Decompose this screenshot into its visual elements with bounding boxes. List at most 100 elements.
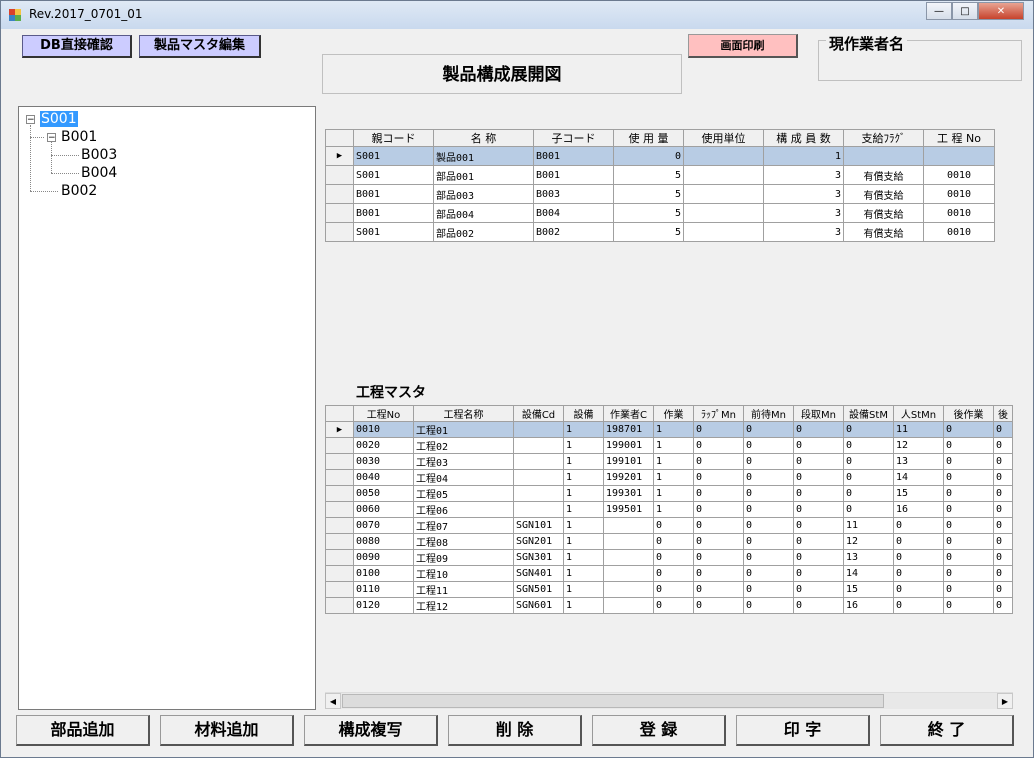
table-cell[interactable]: SGN201 (513, 533, 564, 550)
table-cell[interactable]: 0 (693, 453, 744, 470)
table-cell[interactable]: 0050 (353, 485, 414, 502)
table-cell[interactable]: 0 (793, 517, 844, 534)
table-cell[interactable]: 0 (793, 533, 844, 550)
table-cell[interactable]: 0 (993, 437, 1013, 454)
table-cell[interactable]: 5 (613, 184, 684, 204)
table-cell[interactable]: 工程04 (413, 469, 514, 486)
table-cell[interactable]: B002 (533, 222, 614, 242)
table-cell[interactable]: 有償支給 (843, 222, 924, 242)
table-cell[interactable]: 0 (653, 533, 694, 550)
table-cell[interactable] (603, 597, 654, 614)
table-cell[interactable]: 16 (893, 501, 944, 518)
table-cell[interactable]: 0 (743, 453, 794, 470)
process-column-header[interactable]: 段取Mn (793, 405, 844, 422)
table-cell[interactable]: 部品001 (433, 165, 534, 185)
table-cell[interactable]: 0 (843, 501, 894, 518)
row-header[interactable] (325, 549, 354, 566)
copy-structure-button[interactable]: 構成複写 (304, 715, 438, 746)
maximize-button[interactable]: □ (952, 2, 978, 20)
table-cell[interactable]: 3 (763, 203, 844, 223)
table-cell[interactable]: 5 (613, 222, 684, 242)
table-cell[interactable]: 15 (893, 485, 944, 502)
table-cell[interactable]: 工程03 (413, 453, 514, 470)
product-master-button[interactable]: 製品マスタ編集 (139, 35, 261, 58)
table-cell[interactable]: 0 (993, 597, 1013, 614)
tree-node-s001[interactable]: S001 (40, 111, 78, 127)
table-cell[interactable]: 0 (653, 517, 694, 534)
table-cell[interactable]: 11 (893, 421, 944, 438)
process-column-header[interactable]: 工程名称 (413, 405, 514, 422)
table-row[interactable]: S001 部品002 B002 5 3 有償支給 0010 (325, 222, 995, 242)
table-cell[interactable]: 1 (563, 421, 604, 438)
table-cell[interactable]: 0 (943, 501, 994, 518)
row-header[interactable] (325, 184, 354, 204)
table-cell[interactable]: 0090 (353, 549, 414, 566)
table-cell[interactable]: 0010 (923, 184, 995, 204)
process-column-header[interactable]: 人StMn (893, 405, 944, 422)
table-cell[interactable]: 0 (943, 549, 994, 566)
table-cell[interactable]: 1 (563, 581, 604, 598)
table-cell[interactable]: 0 (943, 581, 994, 598)
table-cell[interactable]: 0 (743, 437, 794, 454)
bom-column-header[interactable]: 工 程 No (923, 129, 995, 147)
process-column-header[interactable]: 前待Mn (743, 405, 794, 422)
table-cell[interactable]: 1 (563, 533, 604, 550)
row-header[interactable] (325, 501, 354, 518)
tree-node-b003[interactable]: B003 (81, 147, 117, 163)
table-cell[interactable]: 13 (893, 453, 944, 470)
table-cell[interactable] (513, 453, 564, 470)
table-cell[interactable]: 0 (943, 485, 994, 502)
scroll-thumb[interactable] (342, 694, 884, 708)
table-cell[interactable]: 工程07 (413, 517, 514, 534)
table-cell[interactable]: 3 (763, 184, 844, 204)
table-cell[interactable]: 0 (693, 469, 744, 486)
table-row[interactable]: 0080 工程08 SGN201 1 0 0 0 0 12 0 0 0 (325, 533, 1013, 550)
table-cell[interactable]: 0 (743, 581, 794, 598)
table-cell[interactable]: S001 (353, 222, 434, 242)
table-cell[interactable] (603, 581, 654, 598)
process-column-header[interactable]: 設備 (563, 405, 604, 422)
table-cell[interactable]: 0 (893, 533, 944, 550)
row-header[interactable] (325, 597, 354, 614)
row-header[interactable]: ▶ (325, 421, 354, 438)
table-cell[interactable]: 1 (653, 437, 694, 454)
table-cell[interactable]: 0 (943, 533, 994, 550)
table-row[interactable]: B001 部品004 B004 5 3 有償支給 0010 (325, 203, 995, 223)
table-row[interactable]: 0120 工程12 SGN601 1 0 0 0 0 16 0 0 0 (325, 597, 1013, 614)
table-cell[interactable]: 1 (563, 437, 604, 454)
scroll-left-icon[interactable]: ◀ (325, 693, 341, 709)
process-column-header[interactable]: ﾗｯﾌﾟMn (693, 405, 744, 422)
row-header[interactable] (325, 203, 354, 223)
table-cell[interactable]: 0 (743, 565, 794, 582)
table-cell[interactable]: 0 (843, 421, 894, 438)
table-cell[interactable]: B001 (353, 203, 434, 223)
table-cell[interactable]: 0040 (353, 469, 414, 486)
table-cell[interactable] (683, 146, 764, 166)
table-cell[interactable]: 0 (993, 549, 1013, 566)
table-cell[interactable]: 製品001 (433, 146, 534, 166)
table-cell[interactable]: 工程06 (413, 501, 514, 518)
table-cell[interactable]: 0 (943, 597, 994, 614)
table-cell[interactable]: 5 (613, 203, 684, 223)
table-cell[interactable]: SGN101 (513, 517, 564, 534)
table-cell[interactable]: 0 (993, 453, 1013, 470)
table-cell[interactable]: 0 (843, 485, 894, 502)
table-cell[interactable]: 工程12 (413, 597, 514, 614)
table-cell[interactable]: SGN301 (513, 549, 564, 566)
table-cell[interactable]: 0030 (353, 453, 414, 470)
table-cell[interactable]: 0010 (923, 203, 995, 223)
bom-column-header[interactable]: 親コード (353, 129, 434, 147)
table-cell[interactable]: 0 (793, 485, 844, 502)
table-cell[interactable]: 0 (993, 421, 1013, 438)
tree-node-b001[interactable]: B001 (61, 129, 97, 145)
table-cell[interactable]: 1 (653, 501, 694, 518)
table-cell[interactable] (603, 549, 654, 566)
table-cell[interactable]: 0 (943, 437, 994, 454)
table-cell[interactable]: S001 (353, 165, 434, 185)
table-cell[interactable]: 0120 (353, 597, 414, 614)
table-row[interactable]: 0030 工程03 1 199101 1 0 0 0 0 13 0 0 (325, 453, 1013, 470)
table-cell[interactable]: 0 (893, 597, 944, 614)
table-cell[interactable]: 1 (653, 485, 694, 502)
table-cell[interactable]: 1 (563, 453, 604, 470)
table-cell[interactable]: 1 (563, 549, 604, 566)
